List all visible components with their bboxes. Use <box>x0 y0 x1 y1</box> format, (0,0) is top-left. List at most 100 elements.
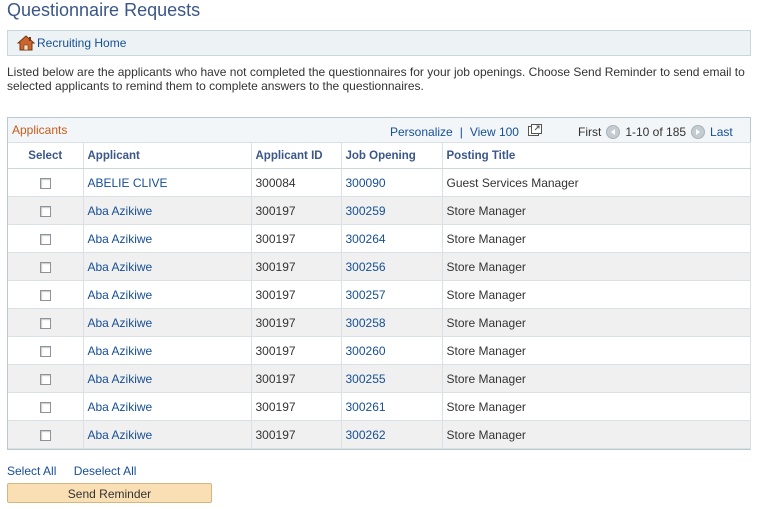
posting-title-cell: Store Manager <box>442 392 751 421</box>
applicant-cell: Aba Azikiwe <box>83 420 252 449</box>
select-cell <box>8 252 84 281</box>
applicant-id-cell: 300197 <box>251 364 342 393</box>
table-row: ABELIE CLIVE 300084 300090 Guest Services M… <box>8 168 751 197</box>
applicant-id-cell: 300197 <box>251 308 342 337</box>
select-checkbox[interactable] <box>39 317 51 329</box>
posting-title-cell: Store Manager <box>442 420 751 449</box>
applicant-link[interactable]: ABELIE CLIVE <box>88 176 168 190</box>
last-link[interactable]: Last <box>710 125 733 139</box>
previous-arrow-icon[interactable] <box>606 125 621 139</box>
grid-pagination: First 1-10 of 185 Last <box>578 125 733 139</box>
applicant-cell: Aba Azikiwe <box>83 196 252 225</box>
applicant-id-cell: 300197 <box>251 252 342 281</box>
job-opening-link[interactable]: 300258 <box>346 316 386 330</box>
applicant-id-cell: 300197 <box>251 420 342 449</box>
job-opening-cell: 300257 <box>341 280 443 309</box>
applicant-id-cell: 300084 <box>251 168 342 197</box>
applicant-cell: ABELIE CLIVE <box>83 168 252 197</box>
send-reminder-button[interactable]: Send Reminder <box>7 483 212 503</box>
applicant-link[interactable]: Aba Azikiwe <box>88 400 153 414</box>
table-header-row: Select Applicant Applicant ID Job Openin… <box>8 142 751 169</box>
select-cell <box>8 308 84 337</box>
select-checkbox[interactable] <box>39 429 51 441</box>
applicant-cell: Aba Azikiwe <box>83 280 252 309</box>
job-opening-link[interactable]: 300090 <box>346 176 386 190</box>
column-header-applicant[interactable]: Applicant <box>83 142 252 169</box>
applicants-grid: Applicants Personalize | View 100 First … <box>7 117 751 450</box>
job-opening-cell: 300260 <box>341 336 443 365</box>
job-opening-link[interactable]: 300261 <box>346 400 386 414</box>
applicant-cell: Aba Azikiwe <box>83 364 252 393</box>
select-cell <box>8 280 84 309</box>
posting-title-cell: Store Manager <box>442 196 751 225</box>
applicant-link[interactable]: Aba Azikiwe <box>88 344 153 358</box>
posting-title-cell: Store Manager <box>442 252 751 281</box>
page-title: Questionnaire Requests <box>7 0 201 20</box>
table-row: Aba Azikiwe 300197 300255 Store Manager <box>8 364 751 393</box>
applicant-id-cell: 300197 <box>251 224 342 253</box>
select-cell <box>8 392 84 421</box>
job-opening-cell: 300261 <box>341 392 443 421</box>
view-100-link[interactable]: View 100 <box>470 125 519 139</box>
applicants-table: Select Applicant Applicant ID Job Openin… <box>8 142 751 449</box>
grid-title: Applicants <box>12 123 68 137</box>
job-opening-cell: 300264 <box>341 224 443 253</box>
recruiting-home-link[interactable]: Recruiting Home <box>37 36 126 50</box>
table-row: Aba Azikiwe 300197 300264 Store Manager <box>8 224 751 253</box>
job-opening-cell: 300262 <box>341 420 443 449</box>
intro-text: Listed below are the applicants who have… <box>7 65 745 93</box>
table-row: Aba Azikiwe 300197 300261 Store Manager <box>8 392 751 421</box>
job-opening-cell: 300256 <box>341 252 443 281</box>
select-checkbox[interactable] <box>39 205 51 217</box>
select-cell <box>8 196 84 225</box>
select-checkbox[interactable] <box>39 289 51 301</box>
applicant-cell: Aba Azikiwe <box>83 252 252 281</box>
applicant-cell: Aba Azikiwe <box>83 336 252 365</box>
job-opening-link[interactable]: 300259 <box>346 204 386 218</box>
applicant-link[interactable]: Aba Azikiwe <box>88 288 153 302</box>
applicant-id-cell: 300197 <box>251 196 342 225</box>
select-checkbox[interactable] <box>39 261 51 273</box>
applicant-link[interactable]: Aba Azikiwe <box>88 372 153 386</box>
applicant-link[interactable]: Aba Azikiwe <box>88 316 153 330</box>
applicant-cell: Aba Azikiwe <box>83 308 252 337</box>
table-row: Aba Azikiwe 300197 300258 Store Manager <box>8 308 751 337</box>
job-opening-link[interactable]: 300262 <box>346 428 386 442</box>
job-opening-link[interactable]: 300255 <box>346 372 386 386</box>
applicant-id-cell: 300197 <box>251 336 342 365</box>
job-opening-link[interactable]: 300256 <box>346 260 386 274</box>
column-header-job-opening[interactable]: Job Opening <box>341 142 443 169</box>
select-checkbox[interactable] <box>39 373 51 385</box>
job-opening-link[interactable]: 300260 <box>346 344 386 358</box>
personalize-link[interactable]: Personalize <box>390 125 453 139</box>
selection-links: Select All Deselect All <box>7 464 150 478</box>
grid-links: Personalize | View 100 <box>390 124 542 139</box>
zoom-grid-icon[interactable] <box>527 124 542 136</box>
select-checkbox[interactable] <box>39 401 51 413</box>
home-icon[interactable] <box>16 35 36 51</box>
link-separator: | <box>459 125 463 139</box>
select-checkbox[interactable] <box>39 345 51 357</box>
posting-title-cell: Store Manager <box>442 336 751 365</box>
posting-title-cell: Store Manager <box>442 224 751 253</box>
column-header-posting-title[interactable]: Posting Title <box>442 142 751 169</box>
next-arrow-icon[interactable] <box>691 125 706 139</box>
table-row: Aba Azikiwe 300197 300256 Store Manager <box>8 252 751 281</box>
applicant-link[interactable]: Aba Azikiwe <box>88 232 153 246</box>
column-header-applicant-id[interactable]: Applicant ID <box>251 142 342 169</box>
applicant-cell: Aba Azikiwe <box>83 224 252 253</box>
job-opening-cell: 300090 <box>341 168 443 197</box>
table-row: Aba Azikiwe 300197 300257 Store Manager <box>8 280 751 309</box>
select-all-link[interactable]: Select All <box>7 464 56 478</box>
deselect-all-link[interactable]: Deselect All <box>74 464 137 478</box>
applicant-link[interactable]: Aba Azikiwe <box>88 204 153 218</box>
applicant-link[interactable]: Aba Azikiwe <box>88 260 153 274</box>
job-opening-link[interactable]: 300257 <box>346 288 386 302</box>
applicant-link[interactable]: Aba Azikiwe <box>88 428 153 442</box>
grid-header: Applicants Personalize | View 100 First … <box>8 118 750 142</box>
select-checkbox[interactable] <box>39 233 51 245</box>
job-opening-link[interactable]: 300264 <box>346 232 386 246</box>
applicant-id-cell: 300197 <box>251 280 342 309</box>
select-checkbox[interactable] <box>39 177 51 189</box>
first-label[interactable]: First <box>578 125 601 139</box>
